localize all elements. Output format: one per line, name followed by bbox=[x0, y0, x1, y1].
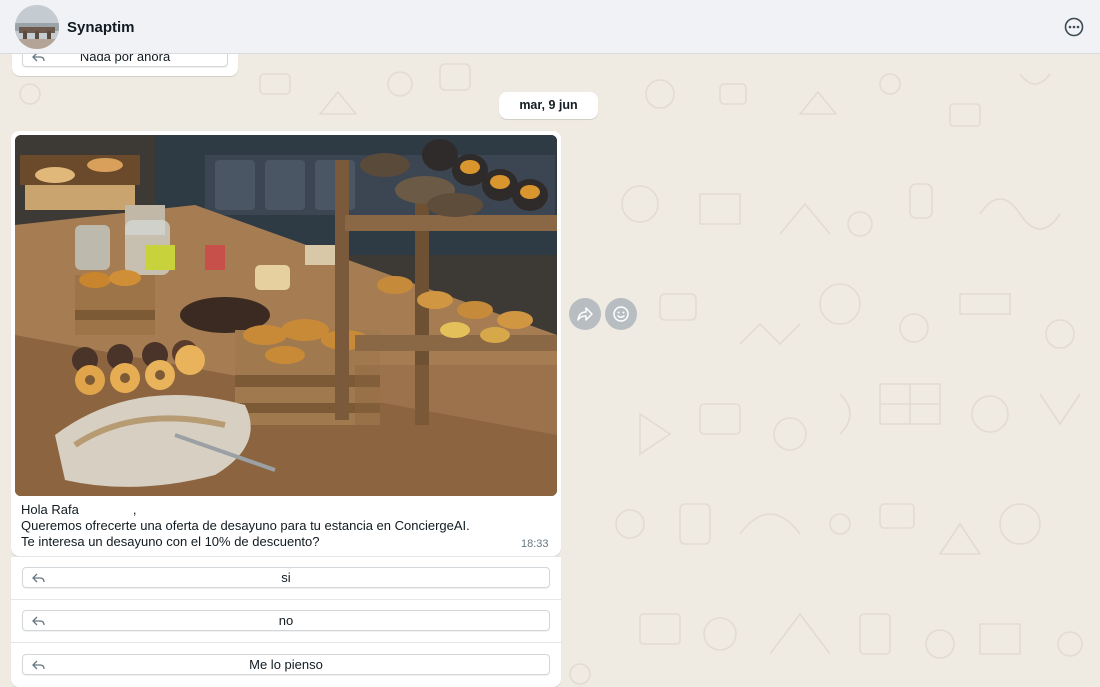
avatar-image bbox=[15, 5, 59, 49]
react-button[interactable] bbox=[605, 298, 637, 330]
emoji-icon bbox=[613, 306, 629, 322]
quick-reply-panel-no: no bbox=[11, 599, 561, 642]
message-greeting: Hola Rafa bbox=[21, 502, 79, 517]
reply-arrow-icon bbox=[32, 616, 45, 625]
whatsapp-chat-window: Synaptim Nada por ahora mar, 9 jun Hola … bbox=[0, 0, 1100, 687]
quick-reply-button-no[interactable]: no bbox=[22, 610, 550, 631]
breakfast-buffet-photo bbox=[15, 135, 557, 496]
message-bubble: Hola Rafa, Queremos ofrecerte una oferta… bbox=[11, 131, 561, 556]
forward-icon bbox=[577, 307, 593, 321]
reply-arrow-icon bbox=[32, 660, 45, 669]
message-line-3: Te interesa un desayuno con el 10% de de… bbox=[21, 534, 320, 549]
message-line-2: Queremos ofrecerte una oferta de desayun… bbox=[21, 518, 470, 533]
quick-reply-label: si bbox=[281, 570, 291, 585]
date-separator: mar, 9 jun bbox=[499, 92, 598, 119]
chat-header: Synaptim bbox=[0, 0, 1100, 54]
message-greeting-suffix: , bbox=[132, 502, 137, 517]
quick-reply-button-si[interactable]: si bbox=[22, 567, 550, 588]
reply-arrow-icon bbox=[32, 573, 45, 582]
quick-reply-label: no bbox=[278, 613, 294, 628]
contact-name[interactable]: Synaptim bbox=[67, 19, 135, 36]
forward-button[interactable] bbox=[569, 298, 601, 330]
message-image[interactable] bbox=[15, 135, 557, 496]
quick-reply-button-me-lo-pienso[interactable]: Me lo pienso bbox=[22, 654, 550, 675]
quick-reply-label: Me lo pienso bbox=[249, 657, 323, 672]
message-timestamp: 18:33 bbox=[521, 538, 549, 550]
contact-avatar[interactable] bbox=[15, 5, 59, 49]
message-text: Hola Rafa, Queremos ofrecerte una oferta… bbox=[21, 502, 521, 550]
quick-reply-panel-si: si bbox=[11, 556, 561, 599]
quick-reply-panel-me-lo-pienso: Me lo pienso bbox=[11, 642, 561, 687]
more-options-icon[interactable] bbox=[1064, 17, 1084, 37]
